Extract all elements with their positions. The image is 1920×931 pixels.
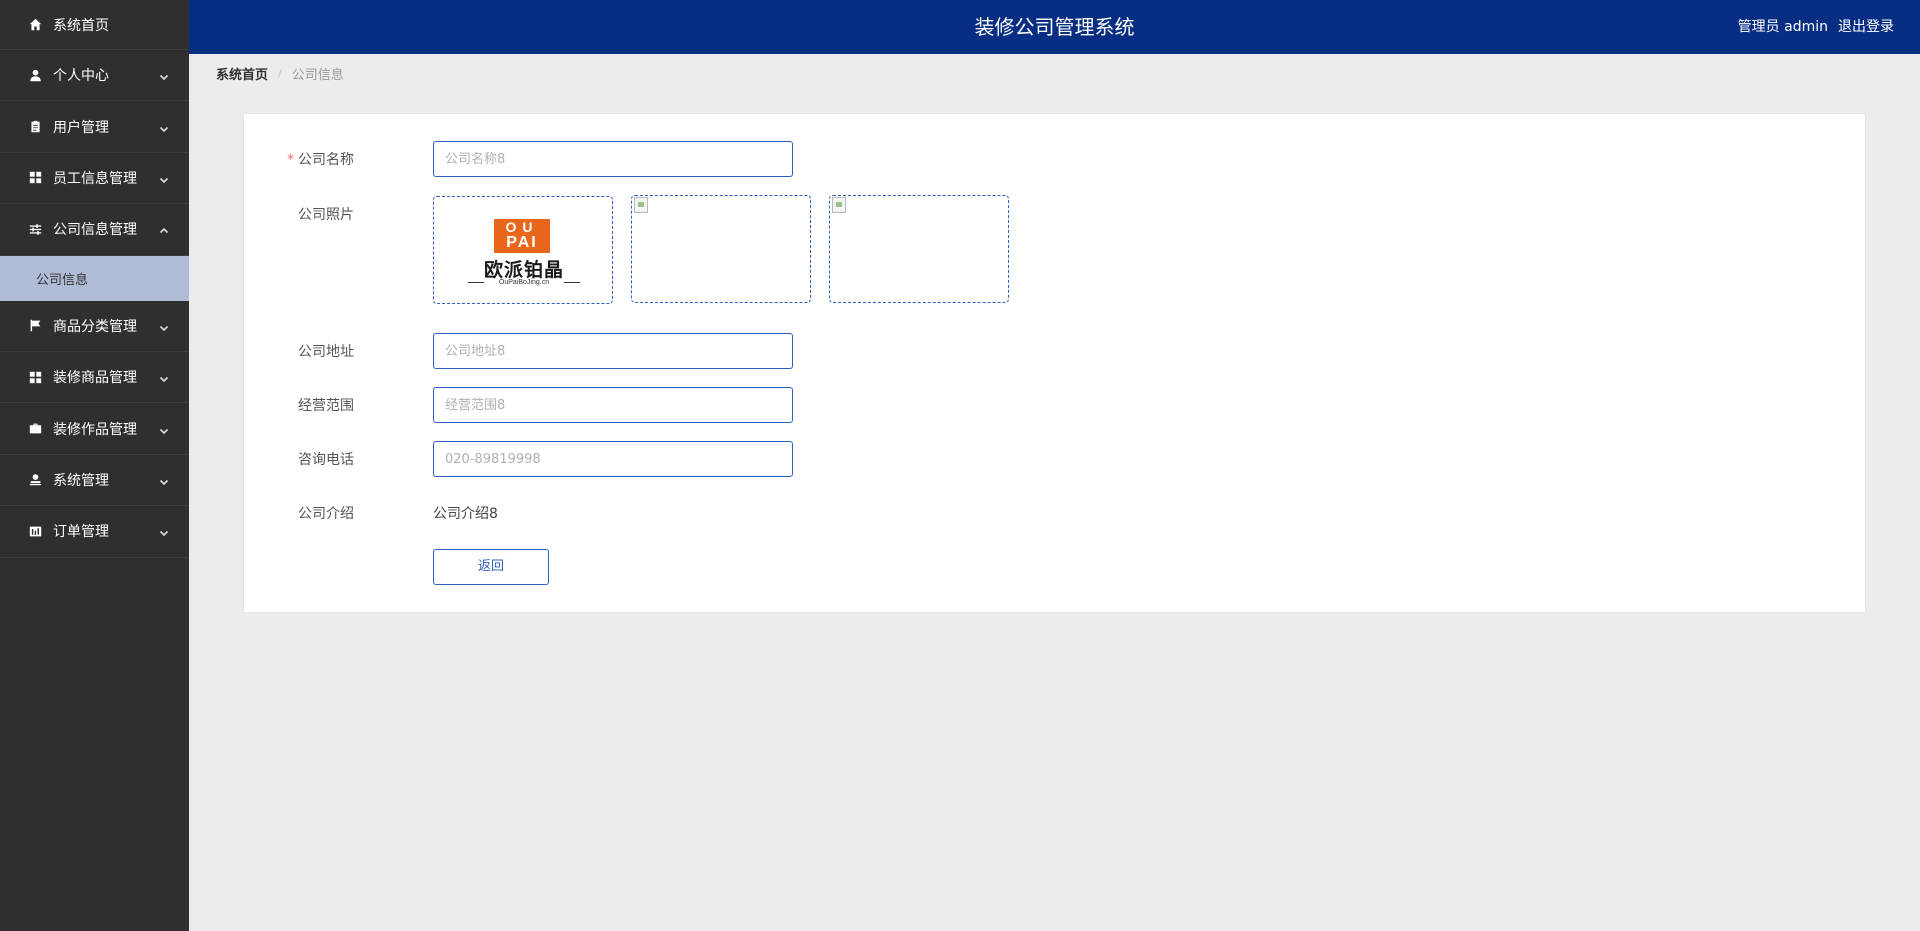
sidebar-item-label: 员工信息管理 — [53, 170, 137, 187]
company-photo-label: 公司照片 — [298, 207, 354, 223]
grid-icon — [28, 370, 42, 384]
sidebar-item-label: 商品分类管理 — [53, 318, 137, 335]
sidebar-subitem-label: 公司信息 — [36, 272, 89, 288]
sidebar-item-system-management[interactable]: 系统管理 — [0, 455, 189, 507]
sidebar-item-personal-center[interactable]: 个人中心 — [0, 50, 189, 102]
sidebar-item-label: 装修商品管理 — [53, 370, 137, 387]
chevron-down-icon — [159, 122, 169, 132]
intro-label: 公司介绍 — [298, 506, 354, 522]
sidebar-item-company-management[interactable]: 公司信息管理 — [0, 204, 189, 256]
breadcrumb: 系统首页 / 公司信息 — [216, 64, 344, 83]
header-user-area: 管理员 admin 退出登录 — [1738, 0, 1894, 54]
chevron-down-icon — [159, 70, 169, 81]
company-address-input[interactable] — [433, 333, 793, 369]
company-info-form: *公司名称 公司照片 OU PAI 欧派铂晶 OuPaiBoJing.cn 公司… — [243, 113, 1866, 613]
intro-value: 公司介绍8 — [433, 506, 498, 522]
sidebar-item-label: 公司信息管理 — [53, 222, 137, 239]
sidebar-item-home[interactable]: 系统首页 — [0, 0, 189, 50]
broken-image-icon — [634, 197, 648, 213]
sidebar-item-label: 系统管理 — [53, 472, 109, 489]
business-scope-label: 经营范围 — [298, 398, 354, 414]
chevron-down-icon — [159, 526, 169, 537]
sidebar-item-label: 用户管理 — [53, 119, 109, 136]
sidebar-item-user-management[interactable]: 用户管理 — [0, 101, 189, 153]
company-photo-2[interactable] — [631, 195, 811, 303]
sidebar-item-label: 订单管理 — [53, 524, 109, 541]
sidebar-item-works-management[interactable]: 装修作品管理 — [0, 403, 189, 455]
top-header: 装修公司管理系统 管理员 admin 退出登录 — [189, 0, 1920, 54]
sidebar: 系统首页 个人中心 用户管理 员工信息管理 公司信息管理 公司信息 商品分类管理… — [0, 0, 189, 931]
chevron-down-icon — [159, 424, 169, 434]
clipboard-icon — [28, 120, 42, 134]
sidebar-item-label: 装修作品管理 — [53, 421, 137, 438]
broken-image-icon — [832, 197, 846, 213]
bar-chart-icon — [28, 524, 42, 538]
phone-input[interactable] — [433, 441, 793, 477]
chevron-down-icon — [159, 475, 169, 486]
breadcrumb-home[interactable]: 系统首页 — [216, 64, 268, 83]
chevron-down-icon — [159, 321, 169, 331]
phone-label: 咨询电话 — [298, 452, 354, 468]
chevron-down-icon — [159, 173, 169, 184]
current-user: 管理员 admin — [1737, 19, 1828, 35]
grid-icon — [28, 171, 42, 185]
required-marker: * — [287, 152, 294, 168]
logo-mark: OU PAI — [494, 219, 550, 253]
chevron-up-icon — [159, 224, 169, 234]
sidebar-item-product-management[interactable]: 装修商品管理 — [0, 352, 189, 404]
business-scope-input[interactable] — [433, 387, 793, 423]
company-logo-image: OU PAI 欧派铂晶 OuPaiBoJing.cn — [434, 197, 612, 303]
company-address-label: 公司地址 — [298, 344, 354, 360]
breadcrumb-current: 公司信息 — [291, 67, 344, 83]
sliders-icon — [28, 222, 42, 236]
logo-chinese-text: 欧派铂晶 — [483, 259, 564, 281]
company-name-label: * 公司名称 — [287, 152, 354, 168]
back-button[interactable]: 返回 — [433, 549, 549, 585]
user-icon — [28, 68, 42, 82]
sidebar-item-order-management[interactable]: 订单管理 — [0, 506, 189, 558]
sidebar-item-employee-management[interactable]: 员工信息管理 — [0, 153, 189, 205]
breadcrumb-separator: / — [278, 66, 282, 80]
company-name-input[interactable] — [433, 141, 793, 177]
home-icon — [28, 18, 42, 32]
sidebar-item-label: 个人中心 — [53, 68, 109, 85]
sidebar-subitem-company-info[interactable]: 公司信息 — [0, 255, 189, 301]
chevron-down-icon — [159, 372, 169, 383]
briefcase-icon — [28, 422, 42, 436]
app-title: 装修公司管理系统 — [974, 15, 1135, 39]
company-photo-1[interactable]: OU PAI 欧派铂晶 OuPaiBoJing.cn — [433, 196, 613, 304]
flag-icon — [28, 319, 42, 333]
company-photo-3[interactable] — [829, 195, 1009, 303]
logout-link[interactable]: 退出登录 — [1838, 0, 1894, 54]
sidebar-item-label: 系统首页 — [53, 17, 109, 34]
person-stamp-icon — [28, 473, 42, 487]
sidebar-item-category-management[interactable]: 商品分类管理 — [0, 301, 189, 352]
